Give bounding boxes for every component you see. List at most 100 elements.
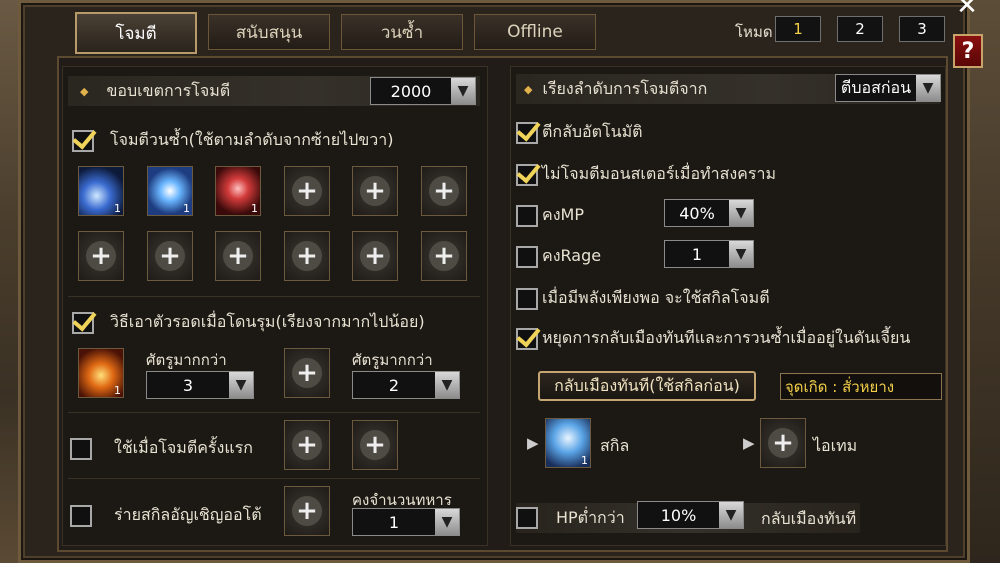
tab-attack[interactable]: โจมตี	[75, 12, 197, 54]
attack-range-dropdown[interactable]: 2000 ▼	[370, 77, 476, 105]
empty-skill-slot[interactable]: +	[421, 231, 467, 281]
empty-skill-slot[interactable]: +	[352, 231, 398, 281]
empty-skill-slot[interactable]: +	[352, 166, 398, 216]
divider	[68, 412, 480, 413]
arrow-right-icon: ▶	[743, 434, 755, 452]
empty-skill-slot[interactable]: +	[147, 231, 193, 281]
chevron-down-icon: ▼	[229, 372, 253, 398]
return-skill-header: กลับเมืองทันที(ใช้สกิลก่อน)	[538, 371, 756, 401]
skill-count: 1	[183, 202, 190, 215]
plus-icon: +	[292, 496, 322, 526]
plus-icon: +	[292, 358, 322, 388]
enemy-more-value: 2	[388, 375, 400, 395]
first-attack-checkbox[interactable]	[70, 437, 92, 460]
chevron-down-icon: ▼	[729, 200, 753, 226]
enemy-more-dropdown-1[interactable]: 3 ▼	[146, 371, 254, 399]
hp-checkbox[interactable]	[516, 507, 538, 529]
tab-bar: โจมตี สนับสนุน วนซ้ำ Offline โหมด 1 2 3	[25, 6, 965, 54]
return-skill-slot[interactable]: 1	[545, 418, 591, 468]
chevron-down-icon: ▼	[719, 502, 743, 528]
survival-checkbox[interactable]	[72, 311, 94, 334]
summon-checkbox[interactable]	[70, 504, 92, 527]
spawn-point-label: จุดเกิด : สั่วหยาง	[785, 377, 895, 396]
keep-rage-dropdown[interactable]: 1 ▼	[664, 240, 754, 268]
hp-dropdown[interactable]: 10% ▼	[637, 501, 744, 529]
plus-icon: +	[155, 241, 185, 271]
empty-skill-slot[interactable]: +	[421, 166, 467, 216]
plus-icon: +	[429, 176, 459, 206]
plus-icon: +	[360, 176, 390, 206]
empty-skill-slot[interactable]: +	[284, 348, 330, 398]
spawn-point[interactable]: จุดเกิด : สั่วหยาง	[780, 373, 942, 400]
skill-slot-1[interactable]: 1	[78, 166, 124, 216]
hp-value: 10%	[660, 505, 697, 525]
summon-label: ร่ายสกิลอัญเชิญออโต้	[114, 505, 262, 524]
attack-range-value: 2000	[390, 81, 432, 101]
chevron-down-icon: ▼	[435, 509, 459, 535]
skill-count: 1	[251, 202, 258, 215]
plus-icon: +	[360, 241, 390, 271]
keep-soldiers-dropdown[interactable]: 1 ▼	[352, 508, 460, 536]
loop-attack-label: โจมตีวนซ้ำ(ใช้ตามลำดับจากซ้ายไปขวา)	[110, 130, 394, 149]
return-item-slot[interactable]: +	[760, 418, 806, 468]
keep-rage-checkbox[interactable]	[516, 245, 538, 268]
plus-icon: +	[292, 176, 322, 206]
keep-rage-value: 1	[691, 244, 703, 264]
attack-order-label: เรียงลำดับการโจมตีจาก	[542, 78, 708, 98]
hp-action-label: กลับเมืองทันที	[761, 509, 857, 528]
survival-label: วิธีเอาตัวรอดเมื่อโดนรุม(เรียงจากมากไปน้…	[110, 312, 425, 331]
counter-checkbox[interactable]	[516, 121, 538, 144]
divider	[68, 296, 480, 297]
skill-count: 1	[581, 454, 588, 467]
empty-skill-slot[interactable]: +	[352, 420, 398, 470]
plus-icon: +	[360, 430, 390, 460]
enough-power-label: เมื่อมีพลังเพียงพอ จะใช้สกิลโจมตี	[542, 288, 770, 307]
loop-attack-checkbox[interactable]	[72, 129, 94, 152]
chevron-down-icon: ▼	[916, 75, 940, 101]
keep-rage-label: คงRage	[542, 246, 602, 265]
enough-power-row: เมื่อมีพลังเพียงพอ จะใช้สกิลโจมตี	[516, 286, 770, 311]
mode-button-3[interactable]: 3	[899, 16, 945, 42]
empty-skill-slot[interactable]: +	[284, 420, 330, 470]
stop-return-checkbox[interactable]	[516, 327, 538, 350]
counter-row: ตีกลับอัตโนมัติ	[516, 120, 643, 145]
diamond-icon: ◆	[80, 84, 89, 98]
tab-offline[interactable]: Offline	[474, 14, 596, 50]
chevron-down-icon: ▼	[729, 241, 753, 267]
keep-mp-row: คงMP	[516, 203, 584, 228]
no-monster-war-label: ไม่โจมตีมอนสเตอร์เมื่อทำสงคราม	[542, 164, 776, 183]
close-icon[interactable]: ✕	[950, 0, 984, 21]
help-button[interactable]: ?	[953, 34, 983, 68]
stop-return-label: หยุดการกลับเมืองทันทีและการวนซ้ำเมื่ออยู…	[542, 328, 911, 347]
keep-mp-dropdown[interactable]: 40% ▼	[664, 199, 754, 227]
empty-skill-slot[interactable]: +	[284, 486, 330, 536]
mode-button-2[interactable]: 2	[837, 16, 883, 42]
tab-support[interactable]: สนับสนุน	[208, 14, 330, 50]
empty-skill-slot[interactable]: +	[284, 166, 330, 216]
loop-attack-row: โจมตีวนซ้ำ(ใช้ตามลำดับจากซ้ายไปขวา)	[72, 128, 393, 153]
attack-order-dropdown[interactable]: ตีบอสก่อน ▼	[835, 74, 941, 102]
keep-mp-checkbox[interactable]	[516, 204, 538, 227]
survival-skill-slot[interactable]: 1	[78, 348, 124, 398]
skill-slot-3[interactable]: 1	[215, 166, 261, 216]
keep-soldiers-value: 1	[388, 512, 400, 532]
empty-skill-slot[interactable]: +	[215, 231, 261, 281]
no-monster-war-checkbox[interactable]	[516, 163, 538, 186]
empty-skill-slot[interactable]: +	[78, 231, 124, 281]
enemy-more-dropdown-2[interactable]: 2 ▼	[352, 371, 460, 399]
attack-order-value: ตีบอสก่อน	[840, 77, 912, 97]
mode-button-1[interactable]: 1	[775, 16, 821, 42]
skill-slot-2[interactable]: 1	[147, 166, 193, 216]
plus-icon: +	[223, 241, 253, 271]
plus-icon: +	[86, 241, 116, 271]
first-attack-row: ใช้เมื่อโจมตีครั้งแรก	[70, 436, 253, 461]
keep-mp-label: คงMP	[542, 205, 584, 224]
enemy-more-label: ศัตรูมากกว่า	[352, 351, 433, 369]
empty-skill-slot[interactable]: +	[284, 231, 330, 281]
tab-loop[interactable]: วนซ้ำ	[341, 14, 463, 50]
enough-power-checkbox[interactable]	[516, 287, 538, 310]
skill-count: 1	[114, 202, 121, 215]
plus-icon: +	[768, 428, 798, 458]
first-attack-label: ใช้เมื่อโจมตีครั้งแรก	[114, 438, 253, 457]
divider	[68, 478, 480, 479]
